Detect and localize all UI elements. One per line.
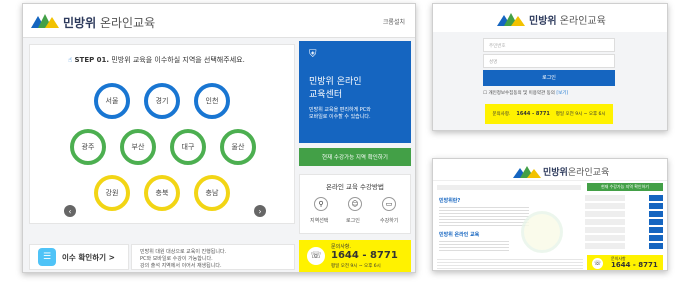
login-window: 민방위 온라인교육 주민번호 성명 로그인 ☐ 개인정보수집동의 및 이용약관 …	[432, 3, 668, 131]
shield-icon: ⛨	[309, 49, 317, 60]
login-contact-phone: 1644 - 8771	[516, 111, 550, 117]
info-check-region-button[interactable]: 현재 수강가능 지역 확인하기	[587, 183, 663, 191]
contact-box: ☏ 문의사항. 1644 - 8771 평일 오전 9시 ~ 오후 6시	[299, 240, 411, 272]
info-contact-box: 문의사항 1644 - 8771 ☏	[587, 255, 663, 270]
info-window: 민방위온라인교육 현재 수강가능 지역 확인하기 민방위란? 민방위 온라인 교…	[432, 158, 668, 271]
logo-icon	[31, 14, 59, 28]
login-user-icon: ☺	[348, 197, 362, 211]
region-daegu[interactable]: 대구	[170, 129, 206, 165]
region-busan[interactable]: 부산	[120, 129, 156, 165]
text-block-1	[439, 205, 529, 227]
prev-arrow-icon[interactable]: ‹	[64, 205, 76, 217]
banner-title-2: 교육센터	[309, 90, 343, 100]
region-gwangju[interactable]: 광주	[70, 129, 106, 165]
top-bar: 민방위 온라인교육 크롬설치	[23, 4, 415, 38]
contact-phone: 1644 - 8771	[331, 250, 398, 261]
region-gangwon[interactable]: 강원	[94, 175, 130, 211]
check-region-button[interactable]: 현재 수강가능 지역 확인하기	[299, 148, 411, 166]
note-2: PC와 모바일로 수강이 가능합니다.	[140, 256, 213, 262]
headset-icon: ☏	[307, 247, 325, 265]
complete-check-label: 이수 확인하기 >	[62, 252, 115, 262]
main-window: 민방위 온라인교육 크롬설치 ☝ STEP 01. 민방위 교육을 이수하실 지…	[22, 3, 416, 273]
section-online-education: 민방위 온라인 교육	[439, 232, 480, 238]
notes-box: 민방위 대원 대상으로 교육이 진행됩니다. PC와 모바일로 수강이 가능합니…	[131, 244, 295, 270]
method-step-2: 로그인	[346, 218, 360, 224]
region-list	[585, 195, 663, 251]
emblem-watermark	[521, 211, 563, 253]
region-seoul[interactable]: 서울	[94, 83, 130, 119]
login-contact-box: 문의사항. 1644 - 8771 평일 오전 9시 ~ 오후 6시	[485, 104, 613, 124]
method-step-3: 수강하기	[380, 218, 399, 224]
center-banner: ⛨ 민방위 온라인 교육센터 민방위 교육을 편리하게 PC와 모바일로 이수할…	[299, 41, 411, 143]
footer-notes	[437, 257, 583, 269]
info-topbar: 민방위온라인교육	[433, 159, 667, 181]
name-field[interactable]: 성명	[483, 54, 615, 68]
method-box: 온라인 교육 수강방법 ⚲ ☺ ▭ 지역선택 로그인 수강하기	[299, 174, 411, 234]
region-gyeonggi[interactable]: 경기	[144, 83, 180, 119]
location-icon: ⚲	[314, 197, 328, 211]
checkbox-icon[interactable]: ☐	[483, 91, 487, 96]
consent-row[interactable]: ☐ 개인정보수집동의 및 이용약관 동의 [보기]	[483, 90, 568, 96]
step-heading: ☝ STEP 01. 민방위 교육을 이수하실 지역을 선택해주세요.	[68, 56, 245, 64]
login-brand: 민방위 온라인교육	[529, 16, 606, 27]
complete-check-button[interactable]: ☰ 이수 확인하기 >	[29, 244, 129, 270]
text-block-2	[439, 239, 509, 253]
note-1: 민방위 대원 대상으로 교육이 진행됩니다.	[140, 249, 227, 255]
section-what-is: 민방위란?	[439, 198, 461, 204]
note-3: 강의 출석 지역에서 이어서 재생됩니다.	[140, 263, 222, 269]
login-button[interactable]: 로그인	[483, 70, 615, 86]
method-title: 온라인 교육 수강방법	[326, 183, 384, 191]
view-terms-link[interactable]: [보기]	[556, 91, 568, 96]
region-chungbuk[interactable]: 충북	[144, 175, 180, 211]
brand-title[interactable]: 민방위 온라인교육	[63, 14, 155, 31]
info-contact-phone: 1644 - 8771	[611, 261, 658, 269]
region-incheon[interactable]: 인천	[194, 83, 230, 119]
banner-desc-2: 모바일로 이수할 수 있습니다.	[309, 114, 371, 120]
info-headset-icon: ☏	[592, 258, 603, 269]
contact-hours: 평일 오전 9시 ~ 오후 6시	[331, 264, 381, 269]
region-panel: ☝ STEP 01. 민방위 교육을 이수하실 지역을 선택해주세요. 서울 경…	[29, 44, 295, 224]
logo-icon	[513, 164, 541, 178]
id-number-field[interactable]: 주민번호	[483, 38, 615, 52]
chrome-install-link[interactable]: 크롬설치	[383, 17, 405, 26]
banner-desc-1: 민방위 교육을 편리하게 PC와	[309, 107, 371, 113]
document-icon: ☰	[38, 248, 56, 266]
login-contact-label: 문의사항.	[492, 112, 511, 117]
hand-pointer-icon: ☝	[68, 56, 73, 64]
logo-icon	[497, 12, 525, 26]
banner-title-1: 민방위 온라인	[309, 77, 362, 87]
login-contact-hours: 평일 오전 9시 ~ 오후 6시	[555, 112, 606, 117]
login-topbar: 민방위 온라인교육	[433, 4, 667, 32]
next-arrow-icon[interactable]: ›	[254, 205, 266, 217]
method-step-1: 지역선택	[310, 218, 329, 224]
region-ulsan[interactable]: 울산	[220, 129, 256, 165]
monitor-icon: ▭	[382, 197, 396, 211]
check-region-label: 현재 수강가능 지역 확인하기	[322, 155, 388, 161]
contact-label: 문의사항.	[331, 244, 351, 250]
region-chungnam[interactable]: 충남	[194, 175, 230, 211]
info-brand: 민방위온라인교육	[543, 168, 610, 178]
breadcrumb-bar	[437, 185, 581, 190]
